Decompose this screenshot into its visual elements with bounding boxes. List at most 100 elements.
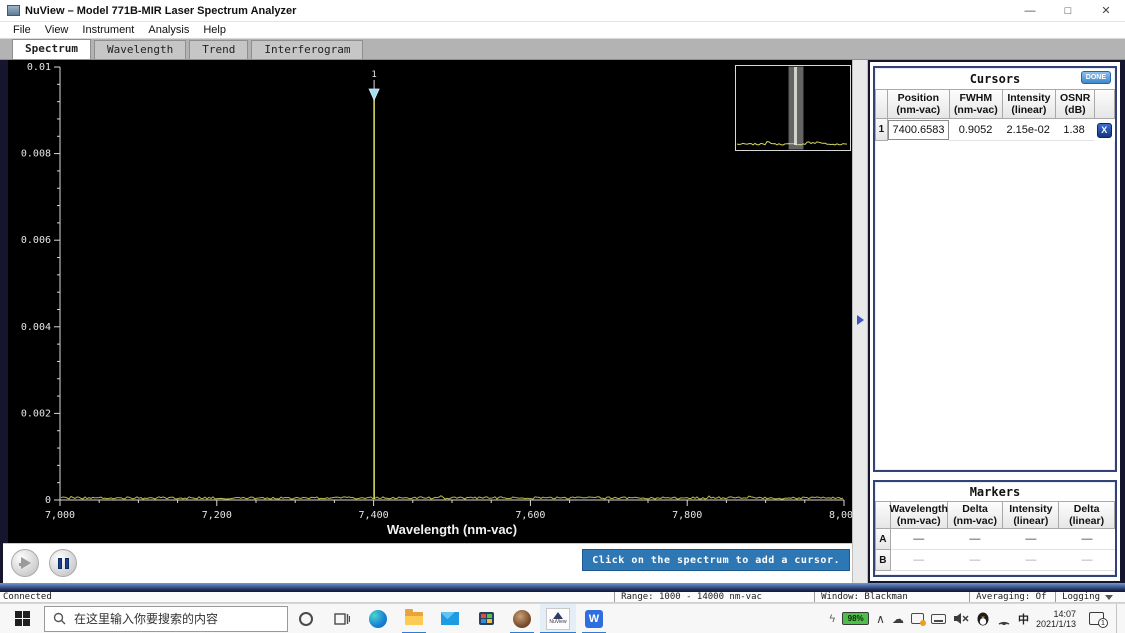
overview-inset[interactable] xyxy=(735,65,851,151)
taskbar-wps[interactable]: W xyxy=(576,604,612,633)
clock-time: 14:07 xyxy=(1036,609,1076,619)
transport-bar: Click on the spectrum to add a cursor. xyxy=(3,543,852,583)
minimize-button[interactable]: — xyxy=(1011,0,1049,21)
svg-text:7,000: 7,000 xyxy=(45,510,75,521)
tab-wavelength[interactable]: Wavelength xyxy=(94,40,186,59)
marker-row-a: A — — — — xyxy=(875,529,1115,550)
tray-chevron-icon[interactable]: ∧ xyxy=(876,612,885,626)
taskbar-task-view[interactable] xyxy=(324,604,360,633)
close-button[interactable]: ✕ xyxy=(1087,0,1125,21)
tab-trend[interactable]: Trend xyxy=(189,40,248,59)
svg-text:0: 0 xyxy=(45,495,51,506)
screen: NuView – Model 771B-MIR Laser Spectrum A… xyxy=(0,0,1125,633)
mail-icon xyxy=(441,612,459,625)
search-icon xyxy=(53,612,66,625)
svg-text:7,600: 7,600 xyxy=(515,510,545,521)
marker-a-intensity: — xyxy=(1003,529,1059,550)
col-position: Position (nm-vac) xyxy=(888,89,950,119)
onedrive-cloud-icon[interactable]: ☁ xyxy=(892,612,904,626)
tab-interferogram[interactable]: Interferogram xyxy=(251,40,363,59)
cursors-header-row: Position (nm-vac) FWHM (nm-vac) Intensit… xyxy=(875,89,1115,119)
marker-b-delta-nm: — xyxy=(947,550,1003,571)
maximize-button[interactable]: □ xyxy=(1049,0,1087,21)
file-explorer-icon xyxy=(405,612,423,625)
cursor-row-id: 1 xyxy=(875,119,888,141)
status-bar: Connected Range: 1000 - 14000 nm-vac Win… xyxy=(0,592,1125,603)
tab-strip: Spectrum Wavelength Trend Interferogram xyxy=(0,39,1125,60)
task-view-icon xyxy=(334,612,350,626)
taskbar-store[interactable] xyxy=(468,604,504,633)
cursor-osnr-value: 1.38 xyxy=(1055,119,1094,141)
system-tray: ϟ 98% ∧ ☁ 中 14:07 xyxy=(829,604,1125,633)
col-delta-linear: Delta (linear) xyxy=(1059,501,1115,529)
done-button[interactable]: DONE xyxy=(1081,71,1111,84)
cursors-panel: Cursors DONE Position (nm-vac) FWHM (nm-… xyxy=(873,66,1117,472)
expand-arrow-icon[interactable] xyxy=(857,315,864,325)
add-cursor-hint: Click on the spectrum to add a cursor. xyxy=(582,549,850,571)
pause-button[interactable] xyxy=(49,549,77,577)
taskbar-file-explorer[interactable] xyxy=(396,604,432,633)
menu-instrument[interactable]: Instrument xyxy=(75,24,141,36)
marker-b-wavelength: — xyxy=(891,550,947,571)
qq-penguin-icon[interactable] xyxy=(976,611,990,626)
marker-a-wavelength: — xyxy=(891,529,947,550)
menu-view[interactable]: View xyxy=(38,24,76,36)
tab-spectrum[interactable]: Spectrum xyxy=(12,39,91,59)
cursor-row-1: 1 7400.6583 0.9052 2.15e-02 1.38 X xyxy=(875,119,1115,141)
markers-header-row: Wavelength (nm-vac) Delta (nm-vac) Inten… xyxy=(875,501,1115,529)
menu-file[interactable]: File xyxy=(6,24,38,36)
app-icon xyxy=(7,5,20,16)
menu-bar: File View Instrument Analysis Help xyxy=(0,22,1125,39)
status-logging[interactable]: Logging xyxy=(1055,592,1125,602)
keyboard-icon[interactable] xyxy=(931,614,946,624)
menu-help[interactable]: Help xyxy=(196,24,233,36)
col-osnr: OSNR (dB) xyxy=(1056,89,1095,119)
search-placeholder: 在这里输入你要搜索的内容 xyxy=(74,610,218,627)
tray-clock[interactable]: 14:07 2021/1/13 xyxy=(1036,609,1076,629)
menu-analysis[interactable]: Analysis xyxy=(141,24,196,36)
notification-badge: 1 xyxy=(1098,618,1108,628)
taskbar-nuview[interactable]: NuView xyxy=(540,604,576,633)
edge-icon xyxy=(369,610,387,628)
connection-status: Connected xyxy=(0,592,614,602)
store-icon xyxy=(479,612,494,625)
svg-text:Wavelength (nm-vac): Wavelength (nm-vac) xyxy=(387,522,517,537)
cursor-position-value[interactable]: 7400.6583 xyxy=(888,120,949,140)
taskbar-cortana[interactable] xyxy=(288,604,324,633)
clock-date: 2021/1/13 xyxy=(1036,619,1076,629)
wps-icon: W xyxy=(585,610,603,628)
marker-b-label: B xyxy=(875,550,891,571)
start-button[interactable] xyxy=(0,604,44,633)
markers-title: Markers xyxy=(875,482,1115,501)
show-desktop-button[interactable] xyxy=(1116,604,1121,633)
ime-indicator[interactable]: 中 xyxy=(1018,611,1029,627)
window-title: NuView – Model 771B-MIR Laser Spectrum A… xyxy=(25,5,296,17)
svg-text:0.002: 0.002 xyxy=(21,408,51,419)
volume-muted-icon[interactable] xyxy=(953,612,969,625)
col-delta-nm: Delta (nm-vac) xyxy=(948,501,1004,529)
network-signal-icon[interactable] xyxy=(997,612,1011,625)
col-fwhm: FWHM (nm-vac) xyxy=(950,89,1003,119)
svg-text:0.004: 0.004 xyxy=(21,322,51,333)
marker-b-delta-linear: — xyxy=(1059,550,1115,571)
acquire-button[interactable] xyxy=(11,549,39,577)
battery-indicator[interactable]: 98% xyxy=(842,612,869,625)
delete-cursor-button[interactable]: X xyxy=(1097,123,1112,138)
svg-text:7,200: 7,200 xyxy=(202,510,232,521)
taskbar-mail[interactable] xyxy=(432,604,468,633)
svg-text:7,800: 7,800 xyxy=(672,510,702,521)
taskbar-edge[interactable] xyxy=(360,604,396,633)
svg-text:8,000: 8,000 xyxy=(829,510,852,521)
nuview-icon: NuView xyxy=(546,608,570,630)
marker-row-b: B — — — — xyxy=(875,550,1115,571)
panel-splitter[interactable] xyxy=(852,60,868,583)
col-intensity-linear: Intensity (linear) xyxy=(1003,501,1059,529)
svg-text:7,400: 7,400 xyxy=(359,510,389,521)
action-center-icon[interactable] xyxy=(911,613,924,624)
spectrum-svg[interactable]: 7,000 7,200 7,400 7,600 7,800 8,000 0 0.002 0.00… xyxy=(8,60,852,543)
marker-b-intensity: — xyxy=(1003,550,1059,571)
notification-center-icon[interactable]: 1 xyxy=(1089,612,1104,625)
spectrum-plot[interactable]: 7,000 7,200 7,400 7,600 7,800 8,000 0 0.002 0.00… xyxy=(8,60,852,543)
taskbar-search[interactable]: 在这里输入你要搜索的内容 xyxy=(44,606,288,632)
taskbar-app-brown[interactable] xyxy=(504,604,540,633)
